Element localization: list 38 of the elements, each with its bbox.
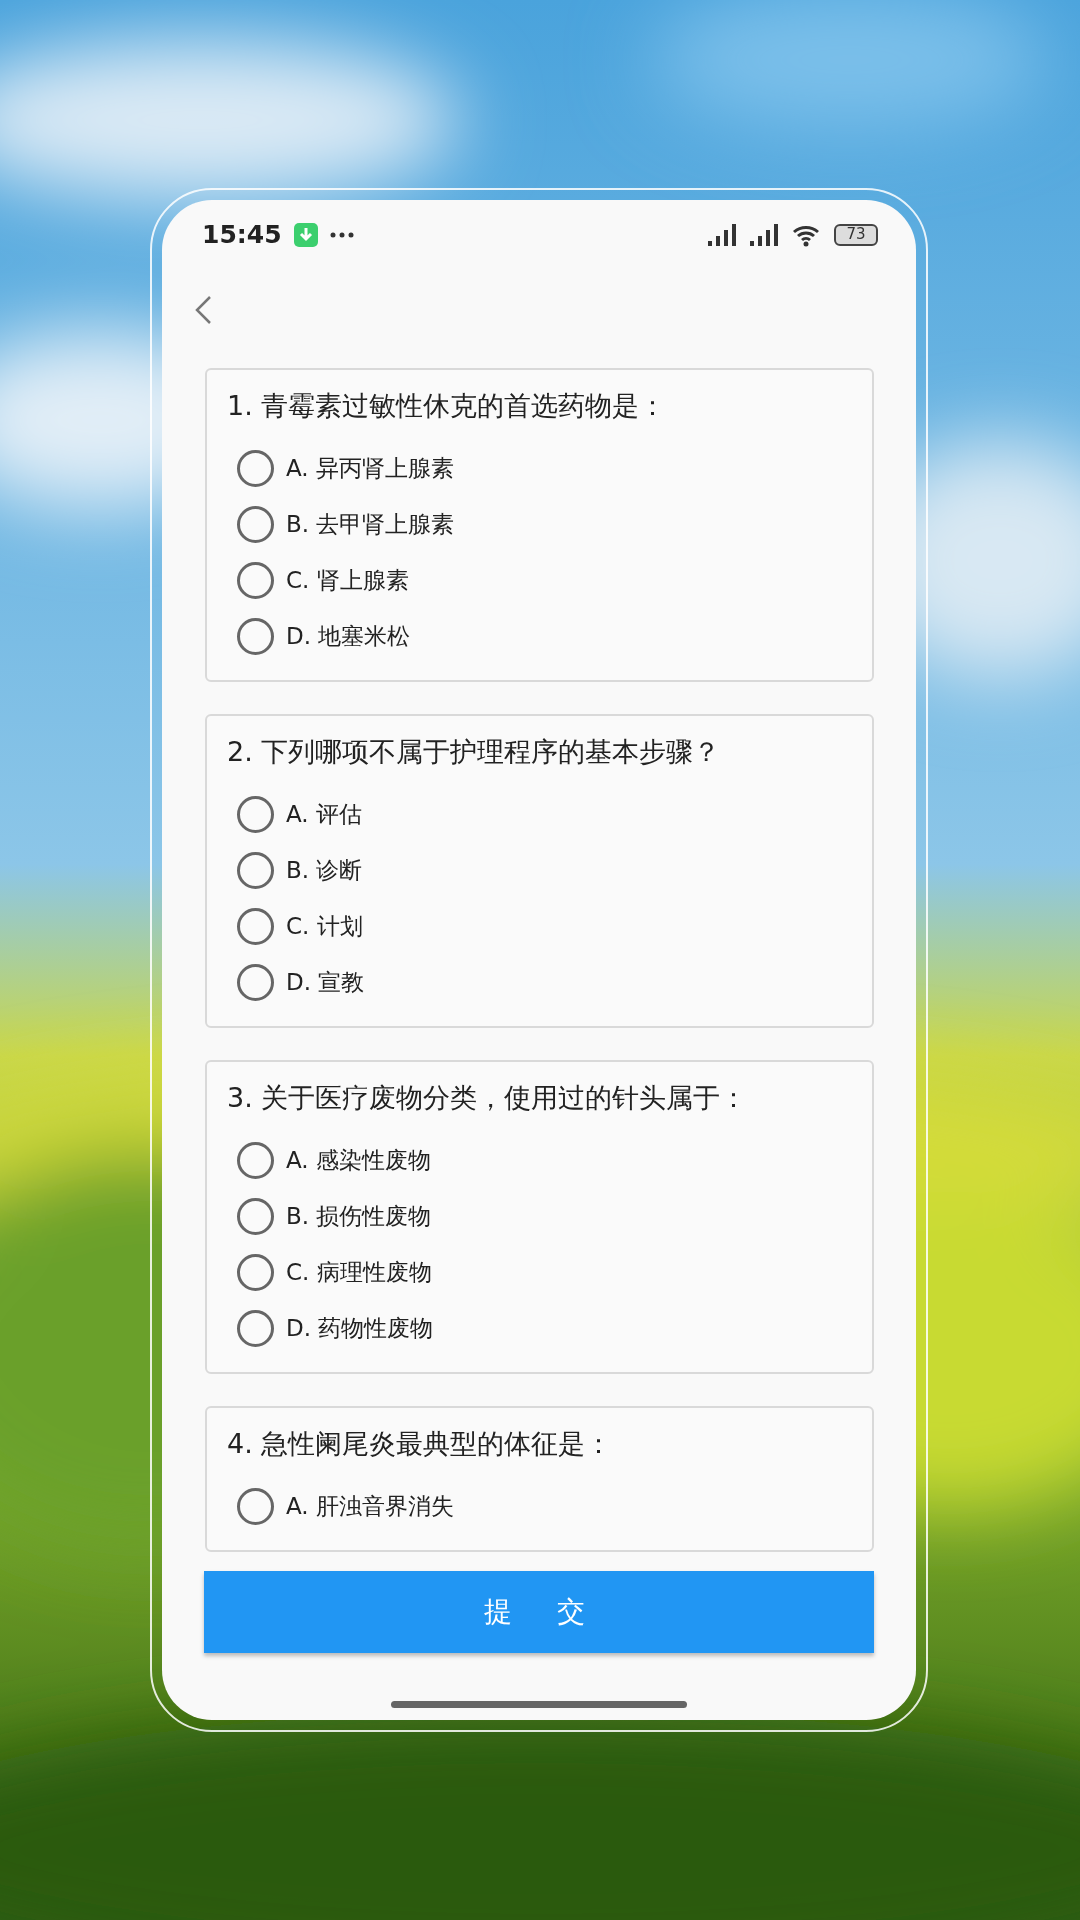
radio-button[interactable] <box>237 1197 274 1235</box>
radio-button[interactable] <box>237 1487 274 1525</box>
option-label[interactable]: A. 异丙肾上腺素 <box>286 450 454 486</box>
question-text: 1. 青霉素过敏性休克的首选药物是： <box>227 389 668 423</box>
back-icon[interactable] <box>194 295 212 325</box>
option-label[interactable]: A. 感染性废物 <box>286 1142 431 1178</box>
option-label[interactable]: C. 计划 <box>286 908 363 944</box>
download-icon <box>293 223 318 247</box>
option-label[interactable]: B. 诊断 <box>286 852 363 888</box>
radio-button[interactable] <box>237 1309 274 1347</box>
option-label[interactable]: D. 药物性废物 <box>286 1310 434 1346</box>
radio-button[interactable] <box>237 561 274 599</box>
radio-button[interactable] <box>237 1141 274 1179</box>
option-label[interactable]: C. 肾上腺素 <box>286 562 409 598</box>
option-label[interactable]: D. 地塞米松 <box>286 618 411 654</box>
signal-icon <box>750 224 780 246</box>
option-label[interactable]: B. 损伤性废物 <box>286 1198 432 1234</box>
question-text: 4. 急性阑尾炎最典型的体征是： <box>227 1427 614 1461</box>
radio-button[interactable] <box>237 449 274 487</box>
radio-button[interactable] <box>237 795 274 833</box>
radio-button[interactable] <box>237 617 274 655</box>
question-text: 3. 关于医疗废物分类，使用过的针头属于： <box>227 1081 749 1115</box>
radio-button[interactable] <box>237 907 274 945</box>
option-label[interactable]: D. 宣教 <box>286 964 365 1000</box>
battery-level: 73 <box>834 224 878 246</box>
wifi-icon <box>792 223 822 247</box>
status-time: 15:45 <box>202 219 282 252</box>
radio-button[interactable] <box>237 505 274 543</box>
more-icon <box>329 232 354 238</box>
option-label[interactable]: A. 肝浊音界消失 <box>286 1488 454 1524</box>
option-label[interactable]: A. 评估 <box>286 796 362 832</box>
radio-button[interactable] <box>237 1253 274 1291</box>
radio-button[interactable] <box>237 963 274 1001</box>
signal-icon <box>708 224 738 246</box>
question-text: 2. 下列哪项不属于护理程序的基本步骤？ <box>227 735 722 769</box>
option-label[interactable]: B. 去甲肾上腺素 <box>286 506 455 542</box>
option-label[interactable]: C. 病理性废物 <box>286 1254 432 1290</box>
radio-button[interactable] <box>237 851 274 889</box>
